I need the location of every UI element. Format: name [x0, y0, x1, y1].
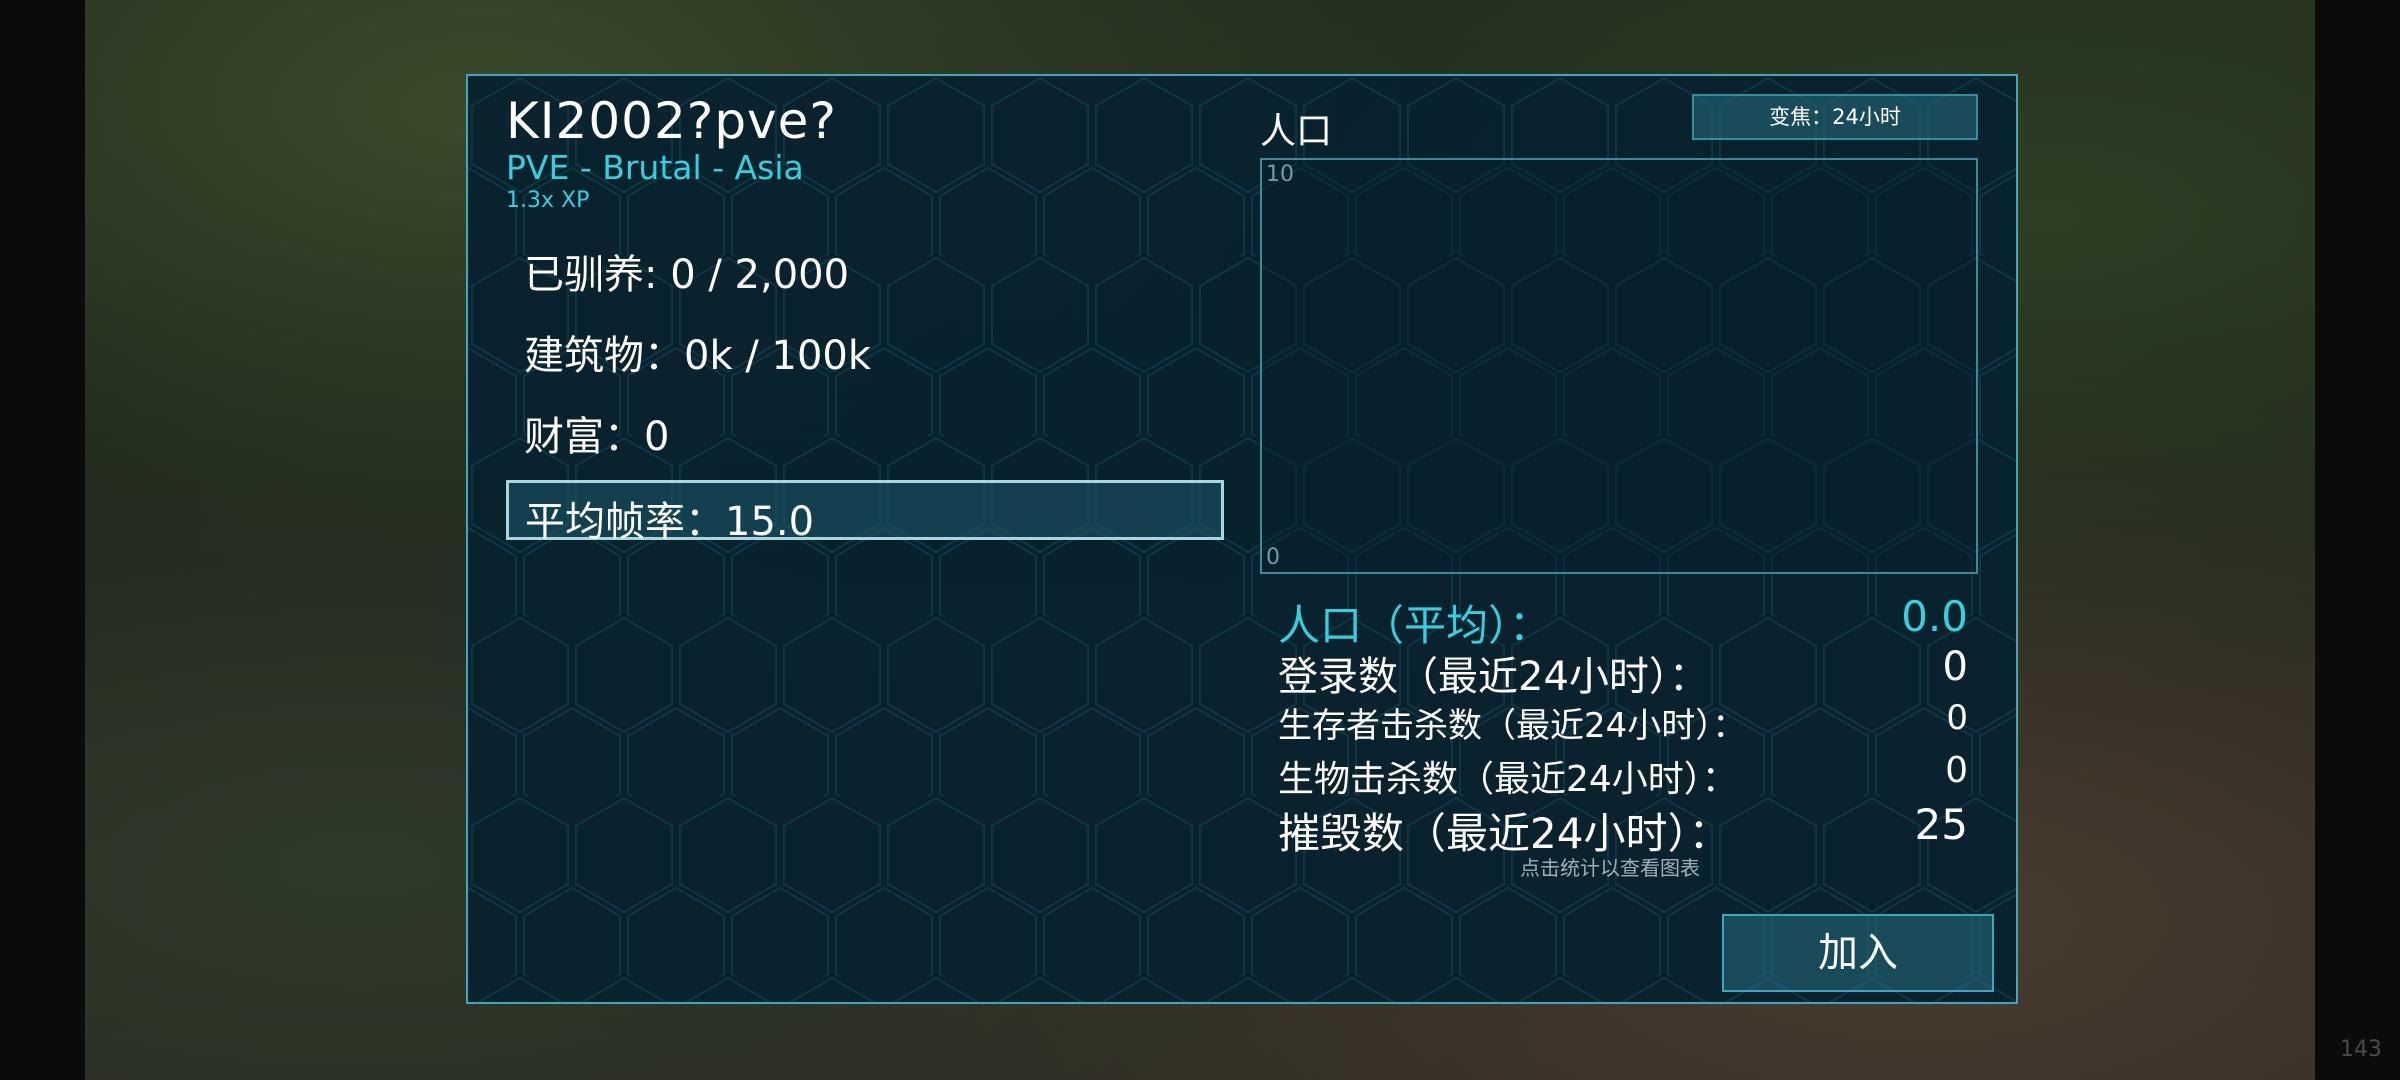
fps-counter: 143	[2340, 1037, 2382, 1062]
summary-value: 25	[1914, 800, 1968, 849]
server-name: KI2002?pve?	[506, 92, 837, 150]
summary-value: 0	[1945, 750, 1968, 791]
population-chart: 10 0	[1260, 158, 1978, 574]
summary-value: 0	[1946, 698, 1968, 738]
chart-title: 人口	[1260, 111, 1333, 152]
summary-label: 登录数（最近24小时）：	[1278, 654, 1709, 700]
y-axis-max-label: 10	[1266, 162, 1294, 187]
right-letterbox	[2315, 0, 2400, 1080]
y-axis-min-label: 0	[1266, 545, 1280, 570]
avg-fps-stat-selected[interactable]: 平均帧率：15.0	[506, 480, 1224, 545]
chart-hint: 点击统计以查看图表	[1520, 856, 1700, 880]
avg-fps-label: 平均帧率：15.0	[525, 499, 815, 545]
left-letterbox	[0, 0, 85, 1080]
zoom-button[interactable]: 变焦：24小时	[1692, 94, 1978, 140]
server-mode: PVE - Brutal - Asia	[506, 148, 804, 187]
wealth-stat[interactable]: 财富：0	[524, 404, 669, 462]
summary-label: 生存者击杀数（最近24小时）：	[1278, 706, 1747, 746]
server-rate: 1.3x XP	[506, 188, 590, 213]
join-button[interactable]: 加入	[1722, 914, 1994, 992]
tamed-stat[interactable]: 已驯养: 0 / 2,000	[524, 242, 849, 300]
summary-label: 生物击杀数（最近24小时）：	[1278, 759, 1738, 800]
server-info-panel: KI2002?pve? PVE - Brutal - Asia 1.3x XP …	[466, 74, 2018, 1004]
summary-value: 0.0	[1901, 592, 1968, 641]
structures-stat[interactable]: 建筑物：0k / 100k	[524, 323, 871, 381]
summary-value: 0	[1942, 644, 1968, 690]
